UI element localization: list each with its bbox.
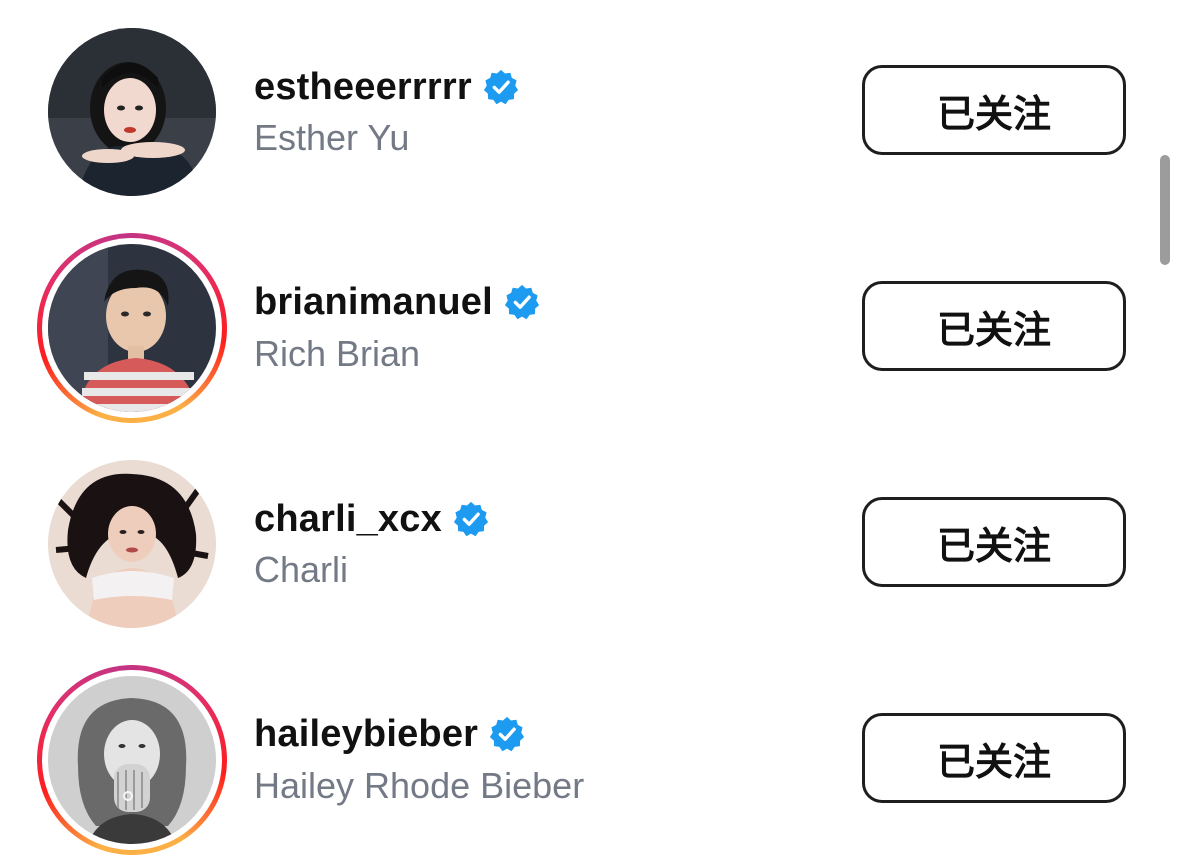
avatar[interactable]	[48, 460, 216, 628]
username-line[interactable]: charli_xcx	[254, 495, 490, 543]
username[interactable]: estheeerrrrr	[254, 66, 472, 109]
list-item[interactable]: haileybieber Hailey Rhode Bieber 已关注	[0, 648, 1179, 855]
verified-badge-icon	[452, 500, 490, 538]
username-line[interactable]: brianimanuel	[254, 278, 541, 326]
verified-badge-icon	[488, 715, 526, 753]
following-button[interactable]: 已关注	[862, 281, 1126, 371]
following-button[interactable]: 已关注	[862, 65, 1126, 155]
scrollbar[interactable]	[1160, 155, 1170, 265]
username[interactable]: brianimanuel	[254, 281, 493, 324]
verified-badge-icon	[482, 68, 520, 106]
username-line[interactable]: estheeerrrrr	[254, 63, 520, 111]
full-name: Hailey Rhode Bieber	[254, 765, 585, 806]
verified-badge-icon	[503, 283, 541, 321]
following-button[interactable]: 已关注	[862, 497, 1126, 587]
list-item[interactable]: brianimanuel Rich Brian 已关注	[0, 216, 1179, 423]
username-line[interactable]: haileybieber	[254, 710, 526, 758]
list-item[interactable]: charli_xcx Charli 已关注	[0, 432, 1179, 632]
username[interactable]: haileybieber	[254, 713, 478, 756]
profile-photo	[48, 244, 216, 412]
profile-photo	[48, 460, 216, 628]
avatar-story-ring[interactable]	[37, 665, 227, 855]
following-button[interactable]: 已关注	[862, 713, 1126, 803]
list-item[interactable]: estheeerrrrr Esther Yu 已关注	[0, 0, 1179, 200]
profile-photo	[48, 28, 216, 196]
avatar[interactable]	[48, 28, 216, 196]
username[interactable]: charli_xcx	[254, 498, 442, 541]
full-name: Charli	[254, 549, 349, 590]
avatar-story-ring[interactable]	[37, 233, 227, 423]
full-name: Esther Yu	[254, 117, 410, 158]
following-list: estheeerrrrr Esther Yu 已关注 brianimanuel …	[0, 0, 1179, 868]
profile-photo	[48, 676, 216, 844]
full-name: Rich Brian	[254, 333, 421, 374]
